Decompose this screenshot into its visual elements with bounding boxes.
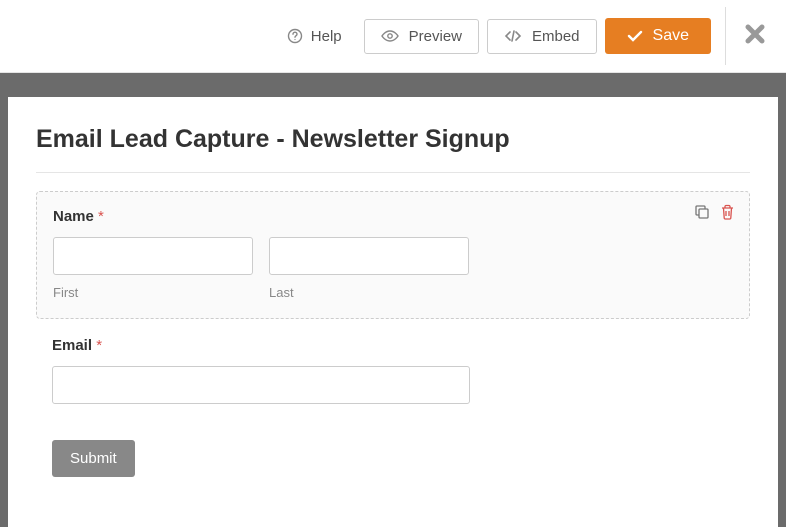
required-mark: * xyxy=(96,337,102,354)
help-link[interactable]: Help xyxy=(273,20,356,53)
form-title: Email Lead Capture - Newsletter Signup xyxy=(36,125,750,154)
embed-label: Embed xyxy=(532,28,580,45)
name-row: First Last xyxy=(53,237,733,300)
first-sublabel: First xyxy=(53,285,253,300)
topbar: Help Preview Embed Save xyxy=(0,0,786,73)
check-icon xyxy=(627,30,643,42)
close-icon xyxy=(744,23,766,45)
help-label: Help xyxy=(311,28,342,45)
eye-icon xyxy=(381,30,399,42)
trash-icon xyxy=(720,204,735,220)
save-label: Save xyxy=(653,27,689,45)
delete-button[interactable] xyxy=(720,204,735,225)
code-icon xyxy=(504,30,522,42)
name-label: Name * xyxy=(53,208,733,225)
duplicate-button[interactable] xyxy=(694,204,710,225)
save-button[interactable]: Save xyxy=(605,18,711,54)
email-field-block[interactable]: Email * xyxy=(36,337,750,422)
help-icon xyxy=(287,28,303,44)
email-label: Email * xyxy=(52,337,734,354)
last-sublabel: Last xyxy=(269,285,469,300)
last-name-col: Last xyxy=(269,237,469,300)
embed-button[interactable]: Embed xyxy=(487,19,597,54)
gray-band xyxy=(0,73,786,97)
name-field-block[interactable]: Name * First Last xyxy=(36,191,750,319)
last-name-input[interactable] xyxy=(269,237,469,275)
first-name-col: First xyxy=(53,237,253,300)
topbar-divider xyxy=(725,7,726,65)
title-rule xyxy=(36,172,750,173)
submit-button[interactable]: Submit xyxy=(52,440,135,477)
email-input[interactable] xyxy=(52,366,470,404)
content-wrap: Email Lead Capture - Newsletter Signup xyxy=(0,97,786,527)
close-button[interactable] xyxy=(740,19,770,54)
submit-row: Submit xyxy=(36,440,750,477)
field-actions xyxy=(694,204,735,225)
first-name-input[interactable] xyxy=(53,237,253,275)
form-panel: Email Lead Capture - Newsletter Signup xyxy=(8,97,778,527)
required-mark: * xyxy=(98,208,104,225)
duplicate-icon xyxy=(694,204,710,220)
preview-label: Preview xyxy=(409,28,462,45)
preview-button[interactable]: Preview xyxy=(364,19,479,54)
